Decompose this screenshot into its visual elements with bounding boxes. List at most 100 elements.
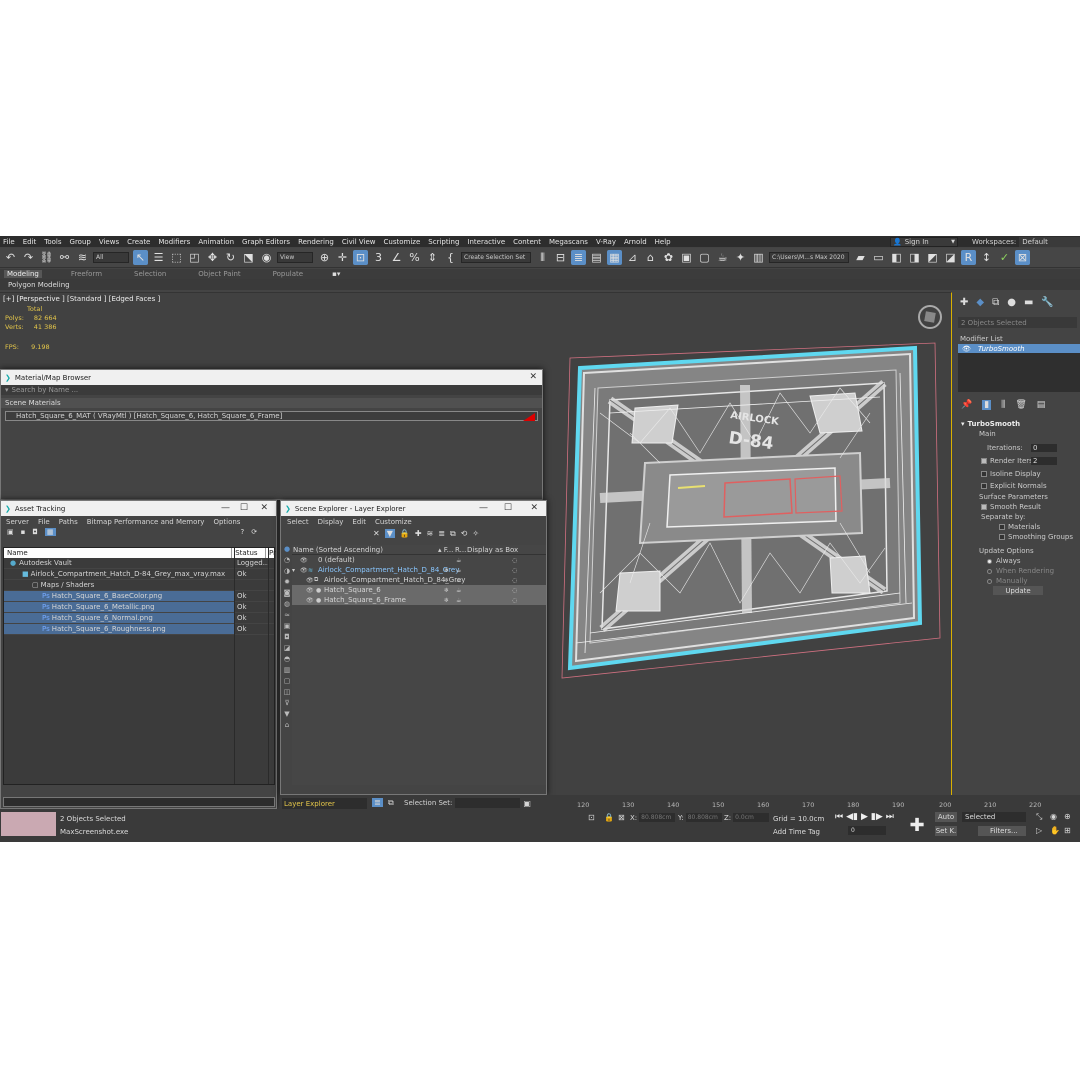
show-end-result-icon[interactable]: ▮: [982, 399, 992, 410]
layer-explorer-dropdown[interactable]: Layer Explorer: [282, 798, 367, 809]
eye-icon[interactable]: 👁: [300, 557, 308, 564]
key-filters-button[interactable]: Filters...: [978, 826, 1026, 836]
minimize-icon[interactable]: —: [479, 503, 488, 513]
display-all-icon[interactable]: ●: [284, 545, 290, 553]
menu-server[interactable]: Server: [6, 518, 29, 526]
menu-select[interactable]: Select: [287, 518, 309, 526]
iterations-spinner[interactable]: 0: [1031, 444, 1057, 452]
scene-explorer-icon[interactable]: ▤: [589, 250, 604, 265]
menu-edit[interactable]: Edit: [352, 518, 366, 526]
select-manipulate-icon[interactable]: ✛: [335, 250, 350, 265]
project-folder-dropdown[interactable]: C:\Users\M...s Max 2020: [769, 252, 849, 263]
zoom-icon[interactable]: ⊕: [1064, 812, 1071, 821]
spacewarps-icon[interactable]: ≈: [284, 611, 290, 619]
scene-materials-header[interactable]: Scene Materials: [1, 398, 542, 408]
align-icon[interactable]: ⊟: [553, 250, 568, 265]
render-iterative-icon[interactable]: ✦: [733, 250, 748, 265]
material-search-input[interactable]: ▾ Search by Name ...: [1, 385, 542, 395]
column-name[interactable]: Name: [4, 548, 233, 558]
ribbon-options-icon[interactable]: ▪▾: [332, 270, 340, 278]
menu-rendering[interactable]: Rendering: [298, 238, 334, 246]
create-tab-icon[interactable]: ✚: [960, 297, 968, 308]
bones-icon[interactable]: ◪: [284, 644, 291, 652]
menu-vray[interactable]: V-Ray: [596, 238, 616, 246]
material-item[interactable]: Hatch_Square_6_MAT ( VRayMtl ) [Hatch_Sq…: [5, 411, 538, 421]
spinner-snap-icon[interactable]: ⇕: [425, 250, 440, 265]
lock-icon[interactable]: 🔒: [604, 813, 614, 822]
box-toggle-icon[interactable]: ◌: [512, 597, 517, 604]
keyboard-shortcut-icon[interactable]: ⊡: [353, 250, 368, 265]
menu-arnold[interactable]: Arnold: [624, 238, 647, 246]
eye-icon[interactable]: 👁: [306, 587, 314, 594]
maximize-icon[interactable]: ☐: [240, 503, 248, 513]
freeze-icon[interactable]: ❄: [444, 587, 449, 594]
tree-row[interactable]: 👁 ● Hatch_Square_6_Frame ❄ ☕ ◌: [292, 595, 546, 605]
pan-icon[interactable]: ⤡: [1036, 812, 1042, 822]
box-toggle-icon[interactable]: ◌: [512, 577, 517, 584]
x-field[interactable]: 80.808cm: [639, 813, 676, 822]
modifier-list-dropdown[interactable]: Modifier List: [958, 333, 1077, 344]
menu-paths[interactable]: Paths: [59, 518, 78, 526]
display-tab-icon[interactable]: ▬: [1024, 297, 1033, 308]
cameras-icon[interactable]: ◙: [284, 589, 291, 597]
render-setup-icon[interactable]: ▣: [679, 250, 694, 265]
layers-icon[interactable]: ≣: [438, 529, 445, 538]
material-browser-titlebar[interactable]: ❯ Material/Map Browser ✕: [1, 370, 542, 385]
tab-freeform[interactable]: Freeform: [68, 270, 105, 278]
render-bar-icon[interactable]: R: [961, 250, 976, 265]
play-icon[interactable]: ▶: [861, 812, 868, 822]
curve-editor-icon[interactable]: ⊿: [625, 250, 640, 265]
remove-modifier-icon[interactable]: 🗑: [1015, 400, 1026, 410]
fov-icon[interactable]: ▷: [1036, 826, 1042, 835]
render-active-icon[interactable]: ▥: [751, 250, 766, 265]
redo-icon[interactable]: ↷: [21, 250, 36, 265]
tab-selection[interactable]: Selection: [131, 270, 169, 278]
freeze-icon[interactable]: ❄: [444, 577, 449, 584]
create-selection-set-dropdown[interactable]: Create Selection Set: [461, 252, 531, 263]
menu-megascans[interactable]: Megascans: [549, 238, 588, 246]
refresh-icon[interactable]: ⟳: [251, 528, 257, 536]
when-rendering-radio[interactable]: [987, 568, 992, 574]
rect-selection-icon[interactable]: ⬚: [169, 250, 184, 265]
rotate-icon[interactable]: ↻: [223, 250, 238, 265]
hidden-icon[interactable]: ▢: [284, 677, 291, 685]
check-icon[interactable]: ✓: [997, 250, 1012, 265]
grid-icon[interactable]: ⊠: [1015, 250, 1030, 265]
close-icon[interactable]: ✕: [529, 372, 537, 382]
teapot-icon[interactable]: ☕: [456, 597, 461, 604]
select-by-name-icon[interactable]: ☰: [151, 250, 166, 265]
freeze-icon[interactable]: ❄: [444, 567, 449, 574]
invert-icon[interactable]: ◫: [284, 688, 291, 696]
maximize-viewport-icon[interactable]: ⊞: [1064, 826, 1071, 835]
hierarchy-tab-icon[interactable]: ⧉: [992, 297, 999, 308]
angle-snap-icon[interactable]: ∠: [389, 250, 404, 265]
auto-key-button[interactable]: Auto: [935, 812, 957, 822]
key-filter-dropdown[interactable]: Selected: [962, 812, 1026, 822]
orbit-icon[interactable]: ◉: [1050, 812, 1057, 821]
groups-icon[interactable]: ▣: [284, 622, 291, 630]
pin-stack-icon[interactable]: 📌: [961, 400, 972, 410]
render-production-icon[interactable]: ☕: [715, 250, 730, 265]
pivot-center-icon[interactable]: ⊕: [317, 250, 332, 265]
grid-view-icon[interactable]: ▦: [44, 528, 56, 536]
column-frozen[interactable]: ▴ F...: [438, 546, 453, 554]
menu-file[interactable]: File: [38, 518, 50, 526]
eye-icon[interactable]: 👁: [962, 345, 971, 353]
column-status[interactable]: Status: [232, 548, 266, 558]
tab-populate[interactable]: Populate: [270, 270, 306, 278]
next-frame-icon[interactable]: ▮▶: [871, 812, 883, 822]
render-iters-checkbox[interactable]: [981, 458, 987, 464]
window-crossing-icon[interactable]: ◰: [187, 250, 202, 265]
add-time-tag[interactable]: Add Time Tag: [773, 828, 820, 836]
make-unique-icon[interactable]: ⫼: [1001, 400, 1005, 410]
shapes-icon[interactable]: ◑: [284, 567, 290, 575]
find-icon[interactable]: ▼: [284, 710, 289, 718]
xrefs-icon[interactable]: ◘: [284, 633, 290, 641]
hand-icon[interactable]: ✋: [1050, 826, 1060, 835]
layers-toggle-icon[interactable]: ≣: [372, 798, 383, 807]
scene-explorer-titlebar[interactable]: ❯ Scene Explorer - Layer Explorer — ☐ ✕: [281, 501, 546, 516]
menu-graph-editors[interactable]: Graph Editors: [242, 238, 290, 246]
selection-name-field[interactable]: 2 Objects Selected: [958, 317, 1077, 328]
snaps-toggle-icon[interactable]: 3: [371, 250, 386, 265]
render-iters-spinner[interactable]: 2: [1031, 457, 1057, 465]
